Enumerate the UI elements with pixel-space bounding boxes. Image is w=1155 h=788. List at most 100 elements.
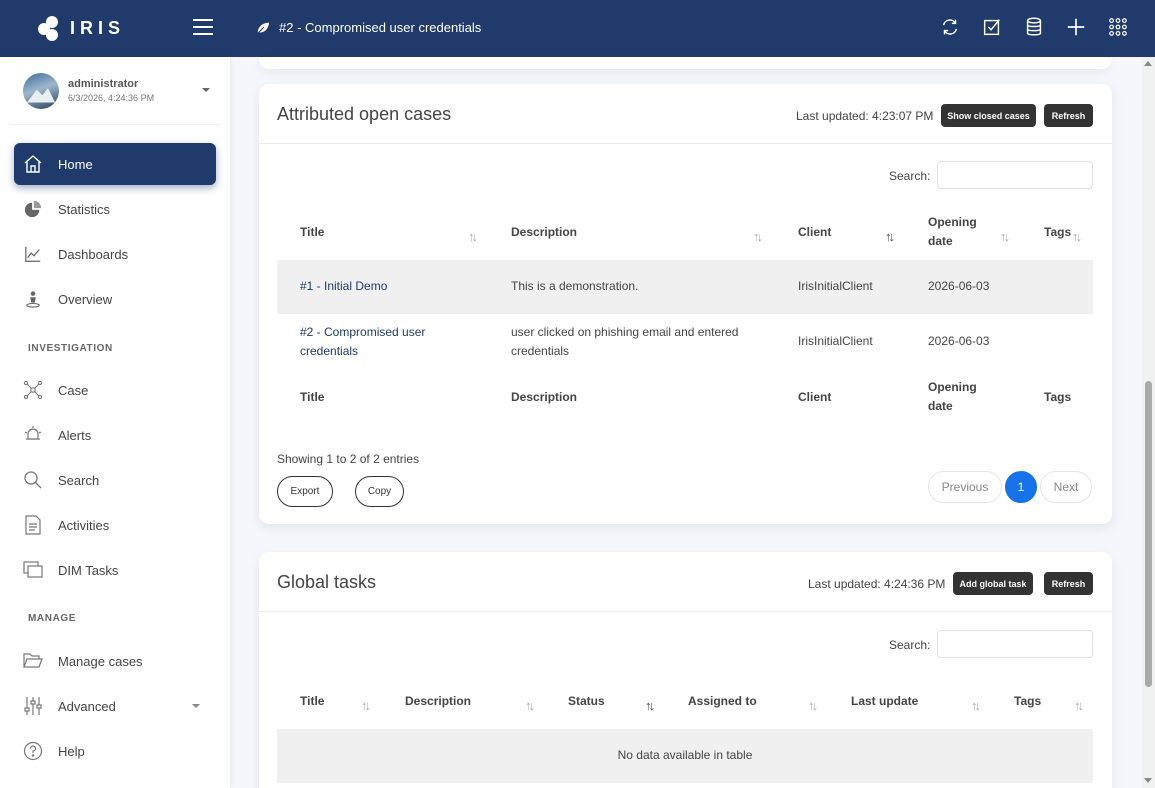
sidebar-item-dim-tasks[interactable]: DIM Tasks xyxy=(14,549,216,591)
sidebar-item-overview[interactable]: Overview xyxy=(14,278,216,320)
case-description: This is a demonstration. xyxy=(511,279,639,293)
open-cases-header: Attributed open cases Last updated: 4:23… xyxy=(259,84,1112,144)
global-tasks-header: Global tasks Last updated: 4:24:36 PM Ad… xyxy=(259,552,1112,612)
plus-icon[interactable] xyxy=(1065,16,1087,38)
footer-header-title: Title xyxy=(300,390,325,404)
sidebar-item-label: Overview xyxy=(58,291,113,307)
sidebar-item-label: Activities xyxy=(58,517,110,533)
sidebar-item-activities[interactable]: Activities xyxy=(14,504,216,546)
sort-icon[interactable]: ↑↓ xyxy=(468,229,478,244)
hamburger-menu-icon[interactable] xyxy=(193,19,213,37)
column-header-title[interactable]: Title xyxy=(300,692,324,711)
open-cases-search-input[interactable] xyxy=(937,161,1093,189)
scroll-down-arrow-icon[interactable] xyxy=(1144,778,1152,783)
open-cases-last-updated: Last updated: 4:23:07 PM xyxy=(796,109,934,123)
show-closed-cases-button[interactable]: Show closed cases xyxy=(941,104,1036,127)
case-client: IrisInitialClient xyxy=(798,279,873,293)
header-text: date xyxy=(928,399,953,413)
case-link[interactable]: #2 - Compromised user credentials xyxy=(300,323,425,361)
add-global-task-button[interactable]: Add global task xyxy=(953,572,1033,595)
iris-logo[interactable]: IRIS xyxy=(0,15,150,42)
column-header-assigned-to[interactable]: Assigned to xyxy=(688,692,757,711)
sort-icon[interactable]: ↑↓ xyxy=(753,229,763,244)
refresh-open-cases-button[interactable]: Refresh xyxy=(1044,104,1093,127)
user-name: administrator xyxy=(68,78,139,90)
empty-table-message: No data available in table xyxy=(617,748,753,762)
sort-icon[interactable]: ↑↓ xyxy=(1000,229,1010,244)
apps-grid-icon[interactable] xyxy=(1107,16,1129,38)
global-tasks-search-input[interactable] xyxy=(937,630,1093,658)
sort-icon[interactable]: ↑↓ xyxy=(1074,698,1084,713)
column-header-tags[interactable]: Tags xyxy=(1044,223,1071,242)
home-icon xyxy=(22,153,44,175)
pagination-previous[interactable]: Previous xyxy=(928,471,1002,503)
column-header-opening-date[interactable]: Opening date xyxy=(928,213,977,251)
sidebar-item-case[interactable]: Case xyxy=(14,369,216,411)
footer-header-opening-date: Opening date xyxy=(928,378,977,416)
case-link-text: #2 - Compromised user xyxy=(300,325,426,339)
network-icon xyxy=(22,379,44,401)
sort-icon[interactable]: ↑↓ xyxy=(525,698,535,713)
current-case-title: #2 - Compromised user credentials xyxy=(279,20,482,35)
sort-icon[interactable]: ↑↓ xyxy=(361,698,371,713)
column-header-title[interactable]: Title xyxy=(300,223,324,242)
help-circle-icon xyxy=(22,740,44,762)
export-button[interactable]: Export xyxy=(277,476,333,507)
sidebar-item-alerts[interactable]: Alerts xyxy=(14,414,216,456)
user-date: 6/3/2026, 4:24:36 PM xyxy=(68,93,155,103)
sort-icon[interactable]: ↑↓ xyxy=(885,229,895,244)
global-tasks-card: Global tasks Last updated: 4:24:36 PM Ad… xyxy=(259,552,1112,788)
description-text: credentials xyxy=(511,344,570,358)
case-link[interactable]: #1 - Initial Demo xyxy=(300,277,387,296)
folder-open-icon xyxy=(22,650,44,672)
column-header-status[interactable]: Status xyxy=(568,692,605,711)
sort-icon[interactable]: ↑↓ xyxy=(645,698,655,713)
open-cases-title: Attributed open cases xyxy=(277,104,452,124)
sort-icon[interactable]: ↑↓ xyxy=(808,698,818,713)
global-tasks-last-updated: Last updated: 4:24:36 PM xyxy=(808,577,946,591)
user-profile[interactable]: administrator 6/3/2026, 4:24:36 PM xyxy=(10,57,220,125)
pagination-next[interactable]: Next xyxy=(1040,471,1092,503)
pagination-page-1[interactable]: 1 xyxy=(1005,471,1037,503)
sidebar-item-home[interactable]: Home xyxy=(14,143,216,185)
copy-button[interactable]: Copy xyxy=(355,476,404,507)
sort-icon[interactable]: ↑↓ xyxy=(1072,229,1082,244)
description-text: user clicked on phishing email and enter… xyxy=(511,325,739,339)
case-opening-date: 2026-06-03 xyxy=(928,334,990,348)
sidebar-item-label: Manage cases xyxy=(58,653,143,669)
chevron-down-icon[interactable] xyxy=(202,88,210,92)
column-header-last-update[interactable]: Last update xyxy=(851,692,918,711)
column-header-tags[interactable]: Tags xyxy=(1014,692,1041,711)
sort-icon[interactable]: ↑↓ xyxy=(971,698,981,713)
sidebar-item-search[interactable]: Search xyxy=(14,459,216,501)
column-header-description[interactable]: Description xyxy=(511,223,577,242)
sidebar-item-label: Case xyxy=(58,382,89,398)
sidebar-item-statistics[interactable]: Statistics xyxy=(14,188,216,230)
column-header-client[interactable]: Client xyxy=(798,223,831,242)
current-case-link[interactable]: #2 - Compromised user credentials xyxy=(256,20,481,35)
sidebar-item-help[interactable]: Help xyxy=(14,730,216,772)
sidebar-item-label: Advanced xyxy=(58,698,116,714)
refresh-global-tasks-button[interactable]: Refresh xyxy=(1044,572,1093,595)
global-tasks-title: Global tasks xyxy=(277,572,377,592)
sidebar-item-label: Search xyxy=(58,472,100,488)
sidebar-item-manage-cases[interactable]: Manage cases xyxy=(14,640,216,682)
section-investigation: INVESTIGATION xyxy=(28,343,113,354)
sidebar-item-dashboards[interactable]: Dashboards xyxy=(14,233,216,275)
chevron-down-icon xyxy=(192,704,200,708)
scroll-up-arrow-icon[interactable] xyxy=(1144,61,1152,66)
iris-logo-icon xyxy=(38,15,64,42)
refresh-icon[interactable] xyxy=(939,16,961,38)
footer-header-tags: Tags xyxy=(1044,390,1072,404)
previous-card-edge xyxy=(259,57,1112,69)
pie-chart-icon xyxy=(22,198,44,220)
scrollbar-thumb[interactable] xyxy=(1145,381,1152,687)
case-opening-date: 2026-06-03 xyxy=(928,279,990,293)
database-icon[interactable] xyxy=(1023,16,1045,38)
person-pin-icon xyxy=(22,288,44,310)
checkbox-icon[interactable] xyxy=(981,16,1003,38)
column-header-description[interactable]: Description xyxy=(405,692,471,711)
sidebar-item-advanced[interactable]: Advanced xyxy=(14,685,216,727)
sidebar-item-label: Statistics xyxy=(58,201,111,217)
case-client: IrisInitialClient xyxy=(798,334,873,348)
